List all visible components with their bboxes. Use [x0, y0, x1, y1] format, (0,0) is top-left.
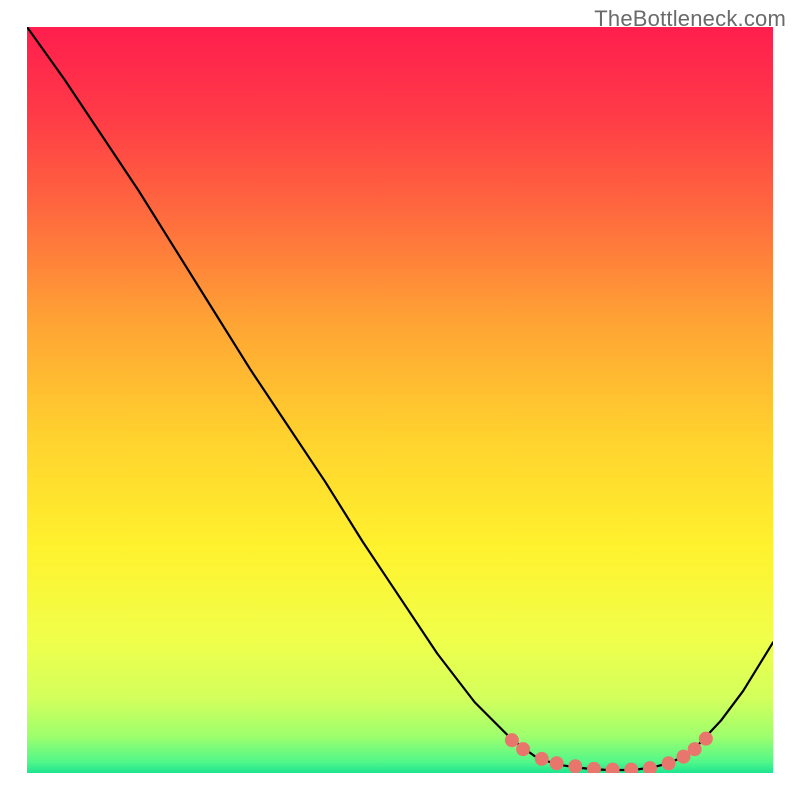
watermark-text: TheBottleneck.com [594, 6, 786, 32]
data-point [568, 759, 582, 773]
gradient-background [27, 27, 773, 773]
data-point [516, 742, 530, 756]
chart-container: TheBottleneck.com [0, 0, 800, 800]
plot-svg [27, 27, 773, 773]
data-point [688, 742, 702, 756]
plot-area [27, 27, 773, 773]
data-point [662, 756, 676, 770]
data-point [699, 732, 713, 746]
data-point [550, 756, 564, 770]
data-point [535, 752, 549, 766]
data-point [505, 733, 519, 747]
